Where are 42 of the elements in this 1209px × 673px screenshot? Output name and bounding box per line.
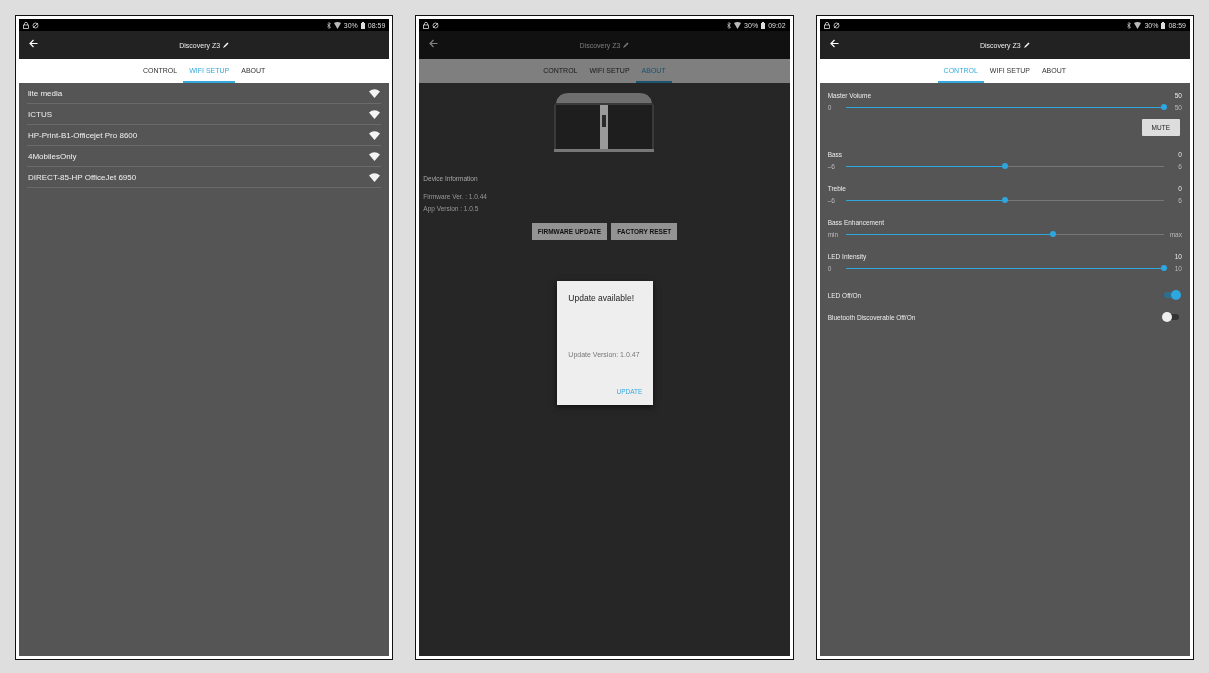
lock-icon — [823, 21, 830, 29]
network-name: lite media — [28, 88, 63, 98]
notification-icon — [432, 21, 440, 29]
slider-thumb[interactable] — [1161, 265, 1167, 271]
toggle-switch[interactable] — [1164, 292, 1179, 298]
toggle-switch[interactable] — [1164, 314, 1179, 320]
wifi-icon — [369, 130, 381, 140]
network-row[interactable]: lite media — [27, 83, 382, 104]
battery-icon — [1161, 21, 1166, 29]
network-name: HP-Print-B1-Officejet Pro 8600 — [28, 130, 138, 140]
bluetooth-icon — [727, 21, 732, 29]
slider-thumb[interactable] — [1001, 197, 1008, 203]
network-row[interactable]: DIRECT-85-HP OfficeJet 6950 — [27, 167, 382, 188]
dialog-title: Update available! — [568, 293, 635, 303]
notification-icon — [832, 21, 840, 29]
slider-thumb[interactable] — [1001, 163, 1008, 169]
wifi-signal-icon — [734, 21, 742, 29]
pencil-icon[interactable] — [223, 42, 230, 48]
lock-icon — [23, 21, 29, 29]
pencil-icon[interactable] — [1023, 42, 1030, 48]
wifi-icon — [369, 109, 381, 119]
back-arrow-icon[interactable] — [29, 39, 38, 48]
slider-thumb[interactable] — [1049, 231, 1056, 237]
wifi-icon — [369, 172, 381, 182]
network-name: ICTUS — [28, 109, 52, 119]
lock-icon — [423, 21, 430, 29]
notification-icon — [32, 21, 39, 29]
slider-thumb[interactable] — [1161, 104, 1167, 110]
bluetooth-icon — [1127, 21, 1132, 29]
battery-icon — [761, 21, 766, 29]
network-row[interactable]: HP-Print-B1-Officejet Pro 8600 — [27, 125, 382, 146]
bluetooth-icon — [326, 21, 331, 29]
battery-icon — [360, 21, 365, 29]
wifi-signal-icon — [1134, 21, 1142, 29]
wifi-icon — [369, 151, 381, 161]
network-name: 4MobilesOnly — [28, 151, 77, 161]
network-name: DIRECT-85-HP OfficeJet 6950 — [28, 172, 137, 182]
back-arrow-icon[interactable] — [829, 39, 839, 48]
network-row[interactable]: ICTUS — [27, 104, 382, 125]
wifi-signal-icon — [333, 21, 341, 29]
network-row[interactable]: 4MobilesOnly — [27, 146, 382, 167]
wifi-icon — [369, 88, 381, 98]
